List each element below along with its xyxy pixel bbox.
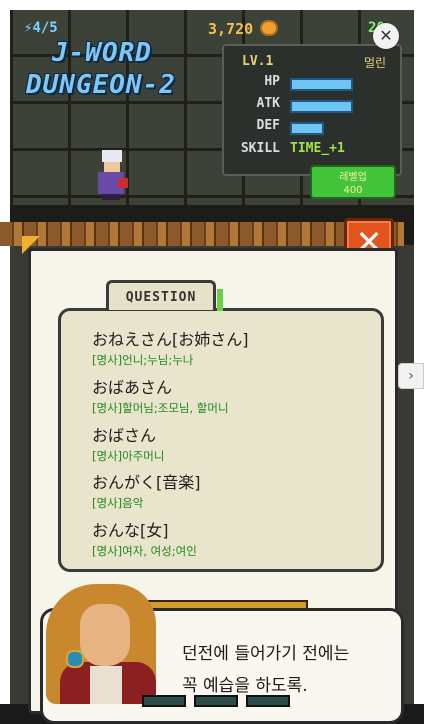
vocab-entry: おんな[女] [명사]여자, 여성;여인 <box>92 517 197 559</box>
character-stats-panel: LV.1 멀린 HP ATK DEF SKILL TIME_+1 <box>222 44 402 176</box>
atk-label: ATK <box>256 96 280 111</box>
coin-counter: 3,720 <box>208 20 254 38</box>
vocab-korean: [명사]언니;누님;누나 <box>92 353 194 367</box>
item-slot[interactable] <box>194 695 238 707</box>
player-character-sprite <box>92 150 132 200</box>
close-icon: ✕ <box>379 26 393 45</box>
vocab-korean: [명사]아주머니 <box>92 449 165 463</box>
vocab-entry: おばあさん [명사]할머님;조모님, 할머니 <box>92 374 229 416</box>
def-label: DEF <box>256 118 280 133</box>
side-scroll-button[interactable]: › <box>398 363 424 389</box>
level-up-cost: 400 <box>343 185 363 196</box>
energy-value: 4/5 <box>32 20 58 36</box>
hp-label: HP <box>264 74 280 89</box>
npc-portrait <box>46 574 166 704</box>
level-label: LV.1 <box>242 54 274 69</box>
level-up-label: 레벨업 <box>339 172 367 183</box>
vocab-entry: おんがく[音楽] [명사]음악 <box>92 469 201 511</box>
def-bar <box>290 122 324 135</box>
bottom-item-slots <box>142 692 312 707</box>
level-up-button[interactable]: 레벨업 400 <box>310 165 396 199</box>
vocab-korean: [명사]음악 <box>92 496 144 510</box>
skill-label: SKILL <box>240 141 280 156</box>
vocab-japanese: おんがく[音楽] <box>92 473 201 492</box>
energy-counter: ⚡4/5 <box>24 20 58 36</box>
vocab-korean: [명사]여자, 여성;여인 <box>92 544 197 558</box>
question-tab: QUESTION <box>106 280 223 311</box>
hp-bar <box>290 78 353 91</box>
overlay-close-button[interactable]: ✕ <box>373 23 399 49</box>
vocab-korean: [명사]할머님;조모님, 할머니 <box>92 401 229 415</box>
item-slot[interactable] <box>246 695 290 707</box>
coin-stack-icon <box>260 20 278 36</box>
dialog-line-1: 던전에 들어가기 전에는 <box>182 644 350 664</box>
vocab-japanese: おんな[女] <box>92 521 169 540</box>
vocab-japanese: おねえさん[お姉さん] <box>92 330 249 349</box>
screenshot-frame: ⚡4/5 3,720 20 ✕ J-WORD DUNGEON-2 LV.1 멀린… <box>0 0 424 724</box>
game-title-line2: DUNGEON-2 <box>26 70 176 100</box>
vocab-japanese: おばあさん <box>92 378 173 397</box>
atk-bar <box>290 100 353 113</box>
item-slot[interactable] <box>142 695 186 707</box>
vocab-japanese: おばさん <box>92 426 157 445</box>
vocab-entry: おばさん [명사]아주머니 <box>92 422 164 464</box>
game-title-line1: J-WORD <box>52 38 152 68</box>
vocab-entry: おねえさん[お姉さん] [명사]언니;누님;누나 <box>92 326 249 368</box>
chevron-right-icon: › <box>408 368 414 384</box>
skill-value: TIME_+1 <box>290 141 345 156</box>
character-name: 멀린 <box>364 56 387 70</box>
